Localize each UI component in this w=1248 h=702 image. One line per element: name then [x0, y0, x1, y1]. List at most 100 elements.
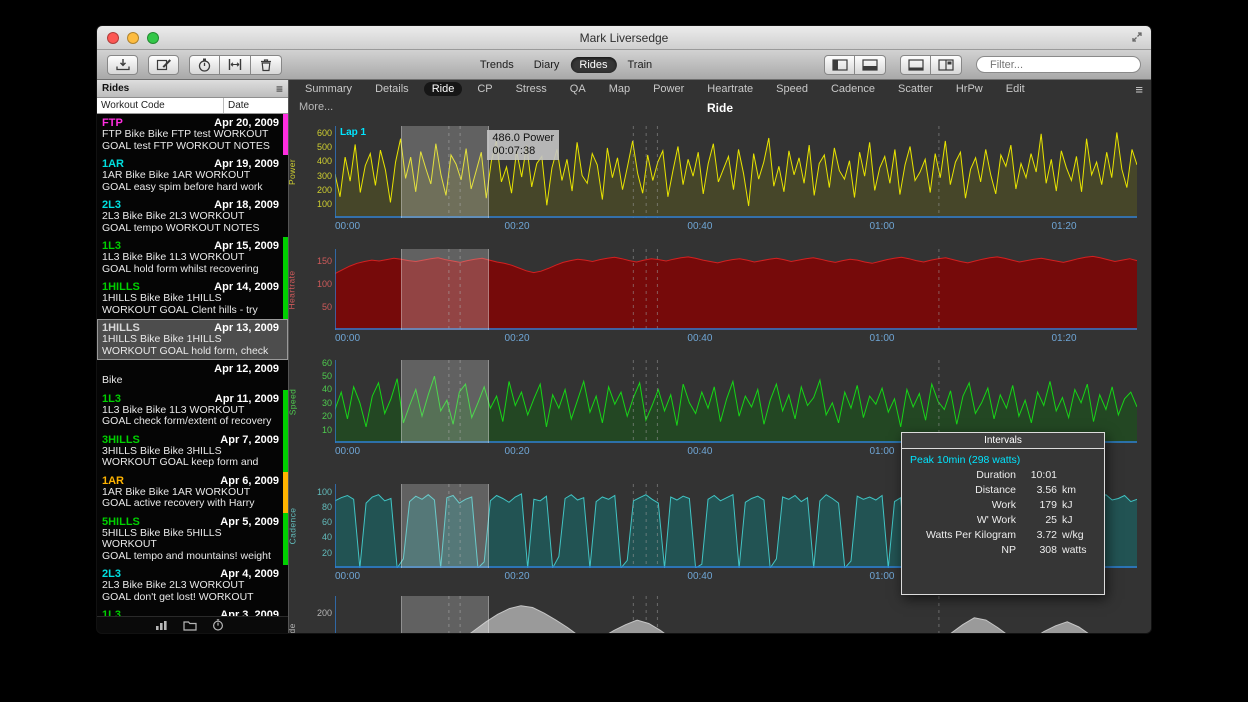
- workout-desc: 5HILLS Bike Bike 5HILLS WORKOUT GOAL tem…: [102, 528, 279, 563]
- single-view-button[interactable]: [900, 55, 931, 75]
- y-tick-label: 50: [322, 371, 332, 381]
- workout-row[interactable]: 1HILLSApr 14, 20091HILLS Bike Bike 1HILL…: [97, 278, 288, 319]
- zoom-button[interactable]: [147, 32, 159, 44]
- tab-edit[interactable]: Edit: [998, 82, 1033, 96]
- charts-area: Intervals Peak 10min (298 watts) Duratio…: [289, 118, 1151, 633]
- intervals-popup[interactable]: Intervals Peak 10min (298 watts) Duratio…: [901, 432, 1105, 595]
- power-axis-title: Power: [289, 126, 302, 218]
- selection-region[interactable]: [401, 249, 490, 330]
- tab-ride[interactable]: Ride: [424, 82, 463, 96]
- interval-stat-row: NP308watts: [910, 543, 1096, 558]
- workout-code: 1L3: [102, 393, 121, 405]
- compose-activity-button[interactable]: [148, 55, 179, 75]
- nav-diary[interactable]: Diary: [525, 57, 569, 73]
- selection-region[interactable]: [401, 360, 490, 443]
- tab-summary[interactable]: Summary: [297, 82, 360, 96]
- workout-row[interactable]: FTPApr 20, 2009FTP Bike Bike FTP test WO…: [97, 114, 288, 155]
- selection-region[interactable]: [401, 596, 490, 633]
- stopwatch-icon[interactable]: [212, 619, 224, 631]
- nav-trends[interactable]: Trends: [471, 57, 523, 73]
- delete-activity-button[interactable]: [251, 55, 282, 75]
- intervals-popup-body: Peak 10min (298 watts) Duration10:01Dist…: [902, 449, 1104, 562]
- tabbar-menu-icon[interactable]: ≡: [1135, 82, 1143, 97]
- bottom-panel-icon: [862, 59, 878, 71]
- heartrate-plot[interactable]: [335, 249, 1137, 330]
- x-tick-label: 00:20: [505, 571, 530, 582]
- intervals-popup-titlebar[interactable]: Intervals: [902, 433, 1104, 449]
- x-tick-label: 00:40: [687, 446, 712, 457]
- selection-region[interactable]: [401, 484, 490, 568]
- nav-rides[interactable]: Rides: [570, 57, 616, 73]
- stat-unit: w/kg: [1062, 528, 1096, 543]
- y-tick-label: 80: [322, 502, 332, 512]
- tab-stress[interactable]: Stress: [508, 82, 555, 96]
- tab-hrpw[interactable]: HrPw: [948, 82, 991, 96]
- chart-icon[interactable]: [155, 620, 168, 631]
- close-button[interactable]: [107, 32, 119, 44]
- workout-row[interactable]: 1L3Apr 15, 20091L3 Bike Bike 1L3 WORKOUT…: [97, 237, 288, 278]
- stat-unit: kJ: [1062, 498, 1096, 513]
- intervals-button[interactable]: [220, 55, 251, 75]
- stopwatch-button[interactable]: [189, 55, 220, 75]
- workout-desc: 3HILLS Bike Bike 3HILLS WORKOUT GOAL kee…: [102, 446, 279, 469]
- x-tick-label: 00:00: [335, 221, 360, 232]
- x-tick-label: 00:40: [687, 333, 712, 344]
- workout-color-strip: [283, 513, 288, 566]
- tab-speed[interactable]: Speed: [768, 82, 816, 96]
- tab-cadence[interactable]: Cadence: [823, 82, 883, 96]
- split-view-button[interactable]: [931, 55, 962, 75]
- toggle-left-sidebar-button[interactable]: [824, 55, 855, 75]
- x-tick-label: 00:20: [505, 221, 530, 232]
- main-view: Summary Details Ride CP Stress QA Map Power Hear…: [289, 80, 1151, 633]
- workout-date: Apr 7, 2009: [220, 434, 279, 446]
- altitude-plot[interactable]: [335, 596, 1137, 633]
- filter-input[interactable]: [988, 58, 1134, 72]
- workout-row[interactable]: 1HILLSApr 13, 20091HILLS Bike Bike 1HILL…: [97, 319, 288, 360]
- page-title: Ride: [289, 98, 1151, 115]
- tab-map[interactable]: Map: [601, 82, 638, 96]
- power-plot[interactable]: Lap 1486.0 Power00:07:38: [335, 126, 1137, 218]
- stat-label: NP: [910, 543, 1016, 558]
- tab-details[interactable]: Details: [367, 82, 417, 96]
- workout-row[interactable]: 1ARApr 19, 20091AR Bike Bike 1AR WORKOUT…: [97, 155, 288, 196]
- workout-row[interactable]: 1ARApr 6, 20091AR Bike Bike 1AR WORKOUT …: [97, 472, 288, 513]
- selection-region[interactable]: [401, 126, 490, 218]
- workout-row[interactable]: 2L3Apr 18, 20092L3 Bike Bike 2L3 WORKOUT…: [97, 196, 288, 237]
- workout-row[interactable]: 5HILLSApr 5, 20095HILLS Bike Bike 5HILLS…: [97, 513, 288, 566]
- minimize-button[interactable]: [127, 32, 139, 44]
- workout-row[interactable]: 2L3Apr 4, 20092L3 Bike Bike 2L3 WORKOUT …: [97, 565, 288, 606]
- column-header-workout-code[interactable]: Workout Code: [97, 98, 224, 113]
- interval-stat-row: Work179kJ: [910, 498, 1096, 513]
- workout-row[interactable]: 1L3Apr 3, 2009: [97, 606, 288, 616]
- sidebar-footer: [97, 616, 288, 633]
- chart-heartrate: Heartrate5010015000:0000:2000:4001:0001:…: [291, 249, 1137, 330]
- x-tick-label: 00:20: [505, 446, 530, 457]
- titlebar[interactable]: Mark Liversedge: [97, 26, 1151, 50]
- workout-row-header: 1ARApr 6, 2009: [102, 475, 279, 487]
- tab-power[interactable]: Power: [645, 82, 692, 96]
- download-activity-button[interactable]: [107, 55, 138, 75]
- more-button[interactable]: More...: [299, 101, 333, 113]
- workout-row[interactable]: 3HILLSApr 7, 20093HILLS Bike Bike 3HILLS…: [97, 431, 288, 472]
- y-tick-label: 600: [317, 128, 332, 138]
- filter-field[interactable]: [976, 56, 1141, 73]
- workout-row[interactable]: 1L3Apr 11, 20091L3 Bike Bike 1L3 WORKOUT…: [97, 390, 288, 431]
- stat-label: Distance: [910, 483, 1016, 498]
- split-view-icon: [938, 59, 954, 71]
- tab-heartrate[interactable]: Heartrate: [699, 82, 761, 96]
- y-tick-label: 60: [322, 358, 332, 368]
- nav-train[interactable]: Train: [619, 57, 662, 73]
- tab-cp[interactable]: CP: [469, 82, 500, 96]
- workout-row[interactable]: Apr 12, 2009Bike: [97, 360, 288, 390]
- toggle-bottom-panel-button[interactable]: [855, 55, 886, 75]
- speed-plot[interactable]: [335, 360, 1137, 443]
- sidebar-header: Rides ≡: [97, 80, 288, 98]
- folder-icon[interactable]: [183, 620, 197, 631]
- tab-scatter[interactable]: Scatter: [890, 82, 941, 96]
- sidebar-menu-icon[interactable]: ≡: [276, 84, 283, 94]
- workout-date: Apr 3, 2009: [220, 609, 279, 616]
- column-header-date[interactable]: Date: [224, 100, 288, 111]
- workout-desc: 1L3 Bike Bike 1L3 WORKOUT GOAL check for…: [102, 405, 279, 428]
- tab-qa[interactable]: QA: [562, 82, 594, 96]
- fullscreen-icon[interactable]: [1131, 31, 1143, 43]
